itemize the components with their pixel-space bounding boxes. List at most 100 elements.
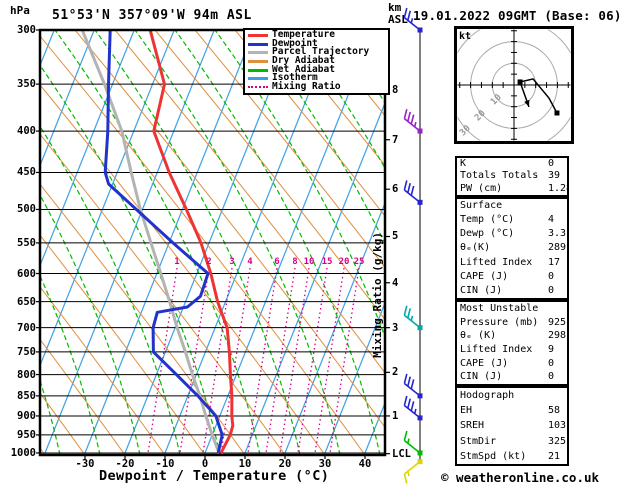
indices-row-label: Totals Totals — [460, 170, 539, 182]
skewt-app: hPa 51°53'N 357°09'W 94m ASL km ASL 19.0… — [0, 0, 629, 486]
indices-row-value: 58 — [548, 405, 561, 417]
wind-barb — [403, 459, 423, 484]
legend: Temperature Dewpoint Parcel Trajectory Dry … — [243, 28, 390, 95]
legend-item: Temperature — [248, 30, 388, 40]
temperature-tick-label: -30 — [75, 458, 95, 470]
altitude-tick-label: 1 — [392, 409, 399, 422]
altitude-tick-label: 7 — [392, 133, 399, 146]
legend-swatch-solid — [248, 42, 268, 46]
indices-row-label: K — [460, 158, 467, 169]
indices-box: Hodograph EH 58 SREH 103 StmDir 325° StmSpd (kt… — [455, 386, 569, 466]
indices-row: Dewp (°C) 3.3 — [457, 227, 567, 241]
altitude-tick-label: 6 — [392, 183, 399, 196]
legend-swatch-dotted — [248, 86, 268, 89]
legend-item: Mixing Ratio — [248, 82, 388, 92]
indices-row-value: 325° — [548, 435, 567, 447]
indices-row-value: 289 — [548, 242, 567, 254]
pressure-tick-label: 600 — [17, 267, 36, 280]
indices-row: Totals Totals 39 — [457, 170, 567, 182]
mixing-ratio-value-label: 1 — [174, 257, 180, 267]
temperature-tick-label: 10 — [238, 458, 252, 470]
indices-row: StmSpd (kt) 21 — [457, 449, 567, 464]
altitude-tick-label: 3 — [392, 321, 399, 334]
indices-row: EH 58 — [457, 403, 567, 418]
indices-row-value: 4 — [548, 214, 555, 226]
wind-barb-column — [403, 7, 423, 484]
indices-row-label: PW (cm) — [460, 182, 503, 194]
indices-row-label: StmSpd (kt) — [460, 450, 527, 462]
altitude-tick-label: 2 — [392, 366, 399, 379]
indices-box: K0Totals Totals39PW (cm)1.28 — [455, 156, 569, 197]
mixing-ratio-value-label: 15 — [321, 257, 333, 267]
pressure-tick-label: 500 — [17, 203, 36, 216]
pressure-tick-label: 1000 — [10, 446, 36, 459]
indices-row-label: Lifted Index — [460, 256, 533, 268]
mixing-ratio-value-label: 4 — [247, 257, 253, 267]
altitude-tick-label: 4 — [392, 276, 399, 289]
indices-row-label: θₑ (K) — [460, 330, 497, 342]
pressure-tick-label: 850 — [17, 389, 36, 402]
pressure-axis-unit: hPa — [10, 4, 30, 17]
pressure-tick-label: 900 — [17, 409, 36, 422]
indices-row: Lifted Index 17 — [457, 256, 567, 270]
temperature-tick-label: 20 — [278, 458, 292, 470]
indices-row-value: 0 — [548, 284, 555, 296]
copyright: © weatheronline.co.uk — [441, 470, 600, 485]
indices-row-label: EH — [460, 405, 473, 417]
pressure-tick-label: 650 — [17, 295, 36, 308]
altitude-tick-label: 5 — [392, 230, 399, 243]
pressure-tick-label: 800 — [17, 368, 36, 381]
mixing-ratio-axis-label: Mixing Ratio (g/kg) — [371, 232, 384, 358]
indices-row: θₑ (K) 298 — [457, 329, 567, 343]
indices-row-value: 21 — [548, 450, 561, 462]
indices-row-value: 0 — [548, 357, 555, 369]
indices-row: SREH 103 — [457, 418, 567, 433]
indices-box-header: Most Unstable — [460, 303, 539, 314]
mixing-ratio-value-label: 3 — [229, 257, 235, 267]
indices-row-value: 0 — [548, 270, 555, 282]
temperature-axis-label: Dewpoint / Temperature (°C) — [99, 468, 330, 484]
pressure-tick-label: 750 — [17, 345, 36, 358]
temperature-tick-label: 0 — [201, 458, 209, 470]
indices-row-label: CAPE (J) — [460, 357, 509, 369]
mixing-ratio-value-label: 20 — [338, 257, 350, 267]
indices-row-label: Temp (°C) — [460, 214, 515, 226]
mixing-ratio-value-label: 10 — [303, 257, 315, 267]
temperature-tick-label: 40 — [358, 458, 372, 470]
indices-row-value: 17 — [548, 256, 561, 268]
run-date: 19.01.2022 09GMT (Base: 06) — [413, 8, 622, 23]
altitude-tick-label: LCL — [392, 447, 411, 460]
indices-row: CAPE (J) 0 — [457, 270, 567, 284]
indices-row-value: 103 — [548, 420, 567, 432]
indices-row: CIN (J) 0 — [457, 284, 567, 298]
indices-row-label: SREH — [460, 420, 485, 432]
indices-row-value: 9 — [548, 344, 555, 356]
legend-swatch-solid — [248, 51, 268, 55]
indices-row-label: Dewp (°C) — [460, 228, 515, 240]
indices-box: Most Unstable Pressure (mb) 925 θₑ (K) 298 Li… — [455, 300, 569, 386]
pressure-tick-label: 700 — [17, 321, 36, 334]
indices-row-label: CAPE (J) — [460, 270, 509, 282]
temperature-tick-label: -10 — [155, 458, 175, 470]
indices-box: Surface Temp (°C) 4 Dewp (°C) 3.3 θₑ(K) 289 Lif… — [455, 197, 569, 300]
indices-row-label: CIN (J) — [460, 284, 503, 296]
mixing-ratio-value-label: 25 — [353, 257, 365, 267]
station-title: 51°53'N 357°09'W 94m ASL — [52, 8, 252, 23]
indices-row-value: 39 — [548, 170, 561, 182]
mixing-ratio-value-label: 6 — [274, 257, 280, 267]
hodograph-unit-label: kt — [459, 31, 472, 42]
pressure-tick-label: 950 — [17, 428, 36, 441]
altitude-tick-label: 8 — [392, 84, 399, 97]
legend-item: Wet Adiabat — [248, 65, 388, 75]
legend-swatch-solid — [248, 77, 268, 81]
temperature-tick-label: 30 — [318, 458, 332, 470]
pressure-tick-label: 400 — [17, 125, 36, 138]
indices-row-value: 3.3 — [548, 228, 567, 240]
indices-box-header: Hodograph — [460, 390, 515, 401]
indices-row: K0 — [457, 158, 567, 170]
indices-row-value: 0 — [548, 371, 555, 383]
indices-row: StmDir 325° — [457, 434, 567, 449]
indices-row-label: Pressure (mb) — [460, 316, 539, 328]
indices-row-value: 0 — [548, 158, 555, 169]
legend-swatch-solid — [248, 59, 268, 63]
